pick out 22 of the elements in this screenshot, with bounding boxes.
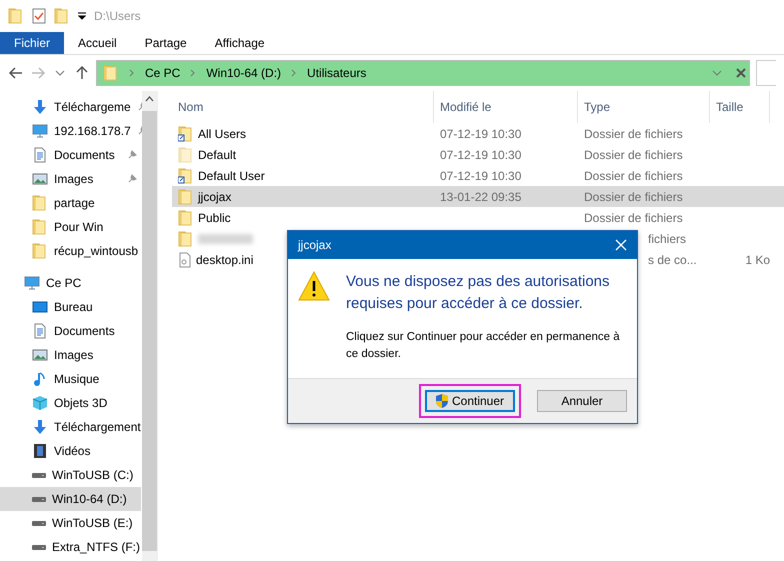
file-type: s de co... (648, 252, 697, 268)
file-name: desktop.ini (196, 252, 254, 268)
file-type: Dossier de fichiers (584, 168, 683, 182)
file-type: Dossier de fichiers (584, 126, 683, 140)
modified-date: 07-12-19 10:30 (440, 168, 522, 182)
modified-date: 07-12-19 10:30 (440, 148, 522, 162)
file-name: Default User (198, 168, 265, 184)
file-name: Default (198, 146, 236, 164)
file-name: jjcojax (198, 188, 232, 206)
file-type: fichiers (648, 230, 686, 248)
file-type: Dossier de fichiers (584, 210, 683, 224)
file-size: 1 Ko (745, 252, 770, 266)
dialog-message: Cliquez sur Continuer pour accéder en permanence à ce dossier. (346, 330, 621, 362)
modified-date: 07-12-19 10:30 (440, 126, 522, 140)
modified-date: 13-01-22 09:35 (440, 190, 522, 204)
dialog-title: jjcojax (298, 237, 332, 254)
file-name: Public (198, 210, 231, 226)
file-type: Dossier de fichiers (584, 148, 683, 162)
dialog-heading: Vous ne disposez pas des autorisations requises pour accéder à ce dossier. (346, 272, 611, 314)
window-title: D:\Users (94, 8, 141, 25)
file-name: All Users (198, 126, 246, 142)
file-type: Dossier de fichiers (584, 190, 683, 204)
